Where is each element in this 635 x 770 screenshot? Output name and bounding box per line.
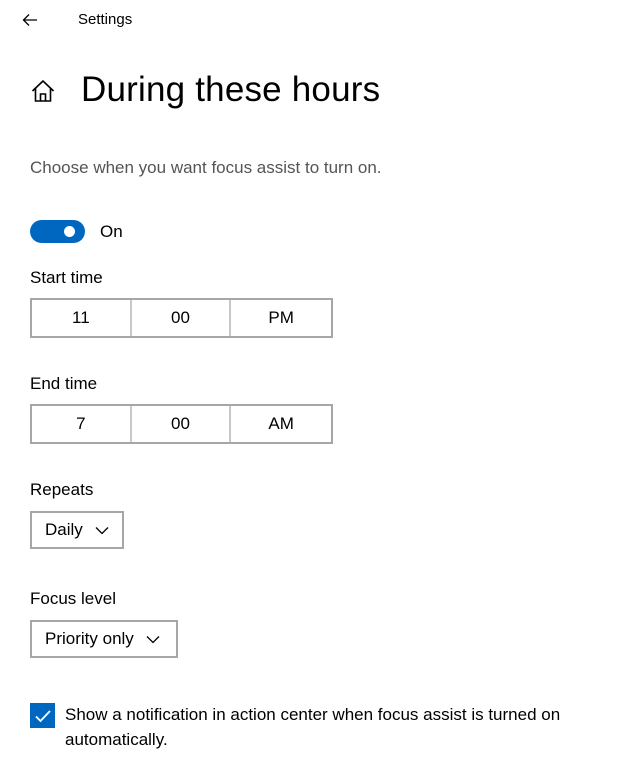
repeats-label: Repeats [30,480,94,499]
start-time-label: Start time [30,268,103,287]
start-time-picker[interactable]: 11 00 PM [30,298,333,338]
focus-level-value: Priority only [45,629,134,648]
end-period[interactable]: AM [231,406,331,442]
start-hour[interactable]: 11 [32,300,132,336]
back-button[interactable] [14,6,46,34]
repeats-dropdown[interactable]: Daily [30,511,124,549]
page-description: Choose when you want focus assist to tur… [30,158,382,177]
toggle-knob [64,226,75,237]
repeats-value: Daily [45,520,83,539]
app-title: Settings [78,11,133,28]
arrow-left-icon [22,14,37,26]
start-period[interactable]: PM [231,300,331,336]
focus-hours-toggle[interactable] [30,220,85,243]
end-hour[interactable]: 7 [32,406,132,442]
end-minute[interactable]: 00 [132,406,232,442]
focus-level-dropdown[interactable]: Priority only [30,620,178,658]
page-title: During these hours [81,70,381,109]
checkmark-icon [34,709,51,722]
chevron-down-icon [95,527,109,535]
start-minute[interactable]: 00 [132,300,232,336]
toggle-state-label: On [100,222,123,241]
notification-checkbox-label[interactable]: Show a notification in action center whe… [65,702,605,752]
end-time-picker[interactable]: 7 00 AM [30,404,333,444]
home-icon[interactable] [30,78,56,104]
chevron-down-icon [146,636,160,644]
notification-checkbox[interactable] [30,703,55,728]
focus-level-label: Focus level [30,589,116,608]
end-time-label: End time [30,374,98,393]
